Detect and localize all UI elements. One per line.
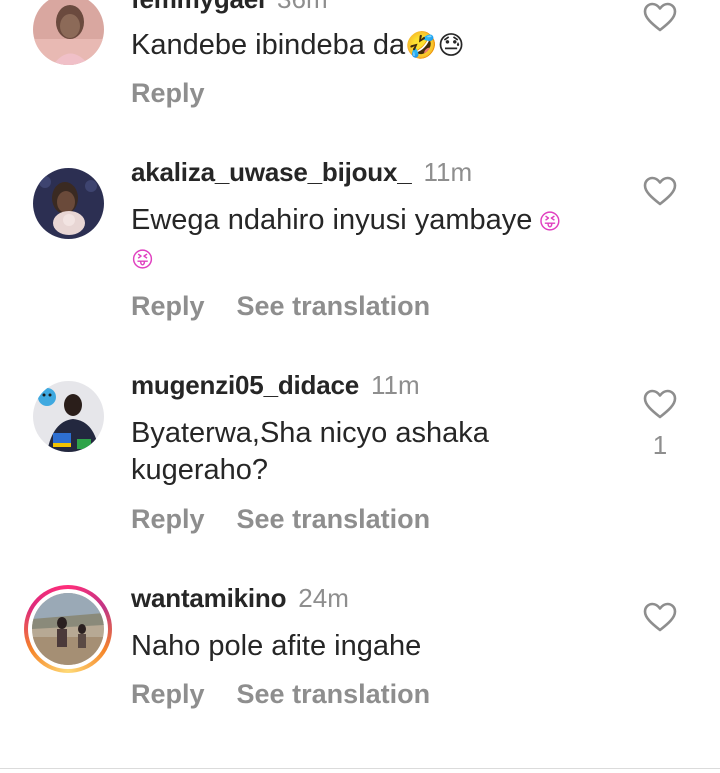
comment-text: Ewega ndahiro inyusi yambaye (131, 204, 533, 236)
reply-button[interactable]: Reply (131, 291, 205, 321)
heart-outline-icon[interactable] (643, 602, 677, 632)
divider (0, 768, 720, 769)
like-count: 1 (652, 430, 668, 460)
comment-actions: Reply See translation (131, 290, 430, 322)
comment-emoji: 😝 (131, 247, 154, 272)
comment-text-line: kugeraho? (131, 454, 269, 486)
comment-username[interactable]: mugenzi05_didace (131, 370, 359, 400)
comment-actions: Reply (131, 77, 205, 109)
comment-timestamp: 11m (423, 157, 473, 187)
comment-text-line: Byaterwa,Sha nicyo ashaka (131, 417, 489, 449)
avatar-image (33, 168, 104, 239)
heart-outline-icon[interactable] (643, 176, 677, 206)
comment-emoji: 😝 (538, 209, 562, 234)
comment-emoji: 🤣😓 (405, 30, 465, 60)
reply-button[interactable]: Reply (131, 504, 205, 534)
avatar[interactable] (33, 381, 104, 452)
reply-button[interactable]: Reply (131, 78, 205, 108)
avatar-with-story-ring[interactable] (24, 585, 112, 673)
comment-text-block: Byaterwa,Sha nicyo ashaka kugeraho? (131, 415, 631, 489)
avatar[interactable] (33, 168, 104, 239)
comment-timestamp: 24m (298, 583, 349, 613)
avatar[interactable] (33, 0, 104, 65)
comment-actions: Reply See translation (131, 678, 430, 710)
heart-outline-icon[interactable] (643, 2, 677, 32)
comment-actions: Reply See translation (131, 503, 430, 535)
avatar-image (32, 593, 104, 665)
avatar-image (33, 381, 104, 452)
comment-text: Naho pole afite ingahe (131, 630, 422, 662)
comment-username[interactable]: wantamikino (131, 583, 286, 613)
comment-timestamp: 11m (371, 370, 420, 400)
avatar-image (33, 0, 104, 65)
comment-username[interactable]: femmygaei (131, 0, 265, 14)
comment-timestamp: 36m (277, 0, 328, 14)
avatar (32, 593, 104, 665)
comment-text-block: Ewega ndahiro inyusi yambaye 😝 😝 (131, 202, 631, 278)
see-translation-button[interactable]: See translation (237, 504, 431, 534)
comment-username[interactable]: akaliza_uwase_bijoux_ (131, 157, 412, 187)
see-translation-button[interactable]: See translation (237, 291, 431, 321)
reply-button[interactable]: Reply (131, 679, 205, 709)
comment-text-block: Kandebe ibindeba da🤣😓 (131, 27, 631, 64)
comment-text-block: Naho pole afite ingahe (131, 628, 631, 665)
comment-text: Kandebe ibindeba da (131, 29, 406, 61)
see-translation-button[interactable]: See translation (237, 679, 431, 709)
heart-outline-icon[interactable] (643, 389, 677, 419)
